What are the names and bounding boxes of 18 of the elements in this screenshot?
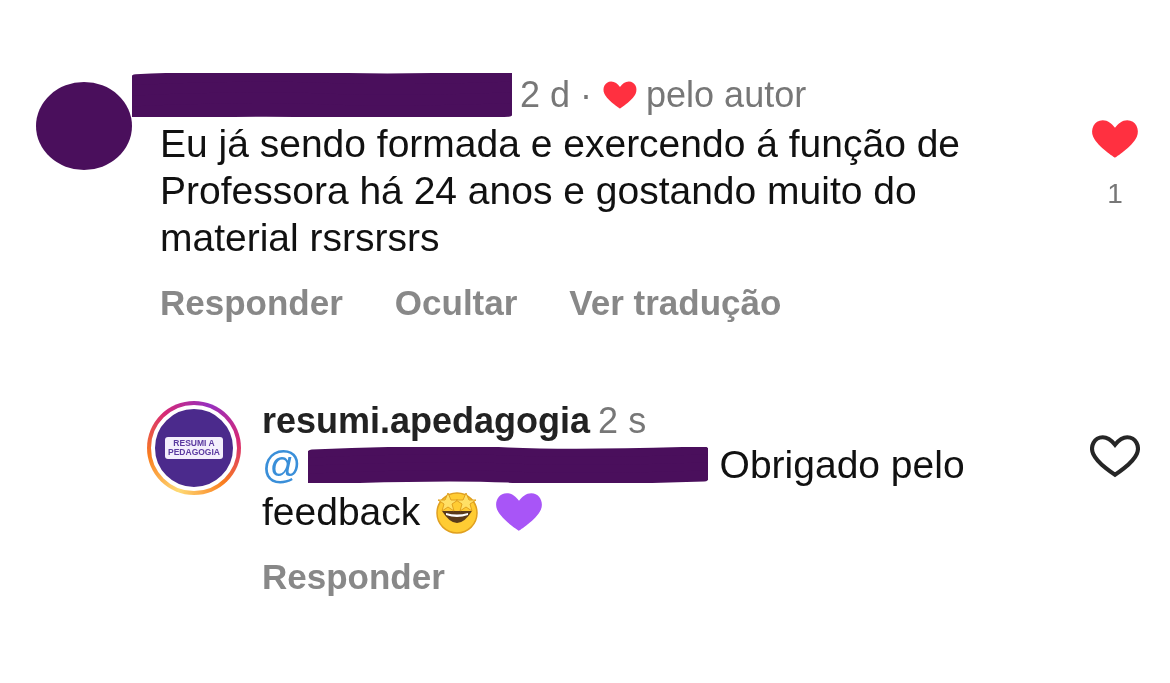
reply-action-link[interactable]: Ver tradução [569,283,782,323]
comment-text: Eu já sendo formada e exercendo á função de Professora há 24 anos e gostando muito do material rsrsrsrs [160,121,962,261]
avatar[interactable]: RESUMI A PEDAGOGIA [147,401,241,495]
logo-text: RESUMI A [173,439,215,448]
reply-time: 2 s [598,400,647,442]
reply-action-link[interactable]: Ocultar [394,283,518,323]
reply-text: Obrigado pelo [719,442,965,488]
reply-text: feedback [262,489,421,535]
username-link[interactable]: resumi.apedagogia [262,400,591,442]
like-heart-icon[interactable] [1090,433,1140,479]
liked-by-author-label: pelo autor [646,74,807,116]
separator-dot: · [580,74,593,116]
mention-link[interactable]: @ [262,441,302,488]
reply-action-link[interactable]: Responder [262,557,445,597]
like-count: 1 [1107,178,1123,210]
reply-action-link[interactable]: Responder [160,283,343,323]
logo-text: PEDAGOGIA [168,448,220,457]
comment-time: 2 d [520,74,571,116]
